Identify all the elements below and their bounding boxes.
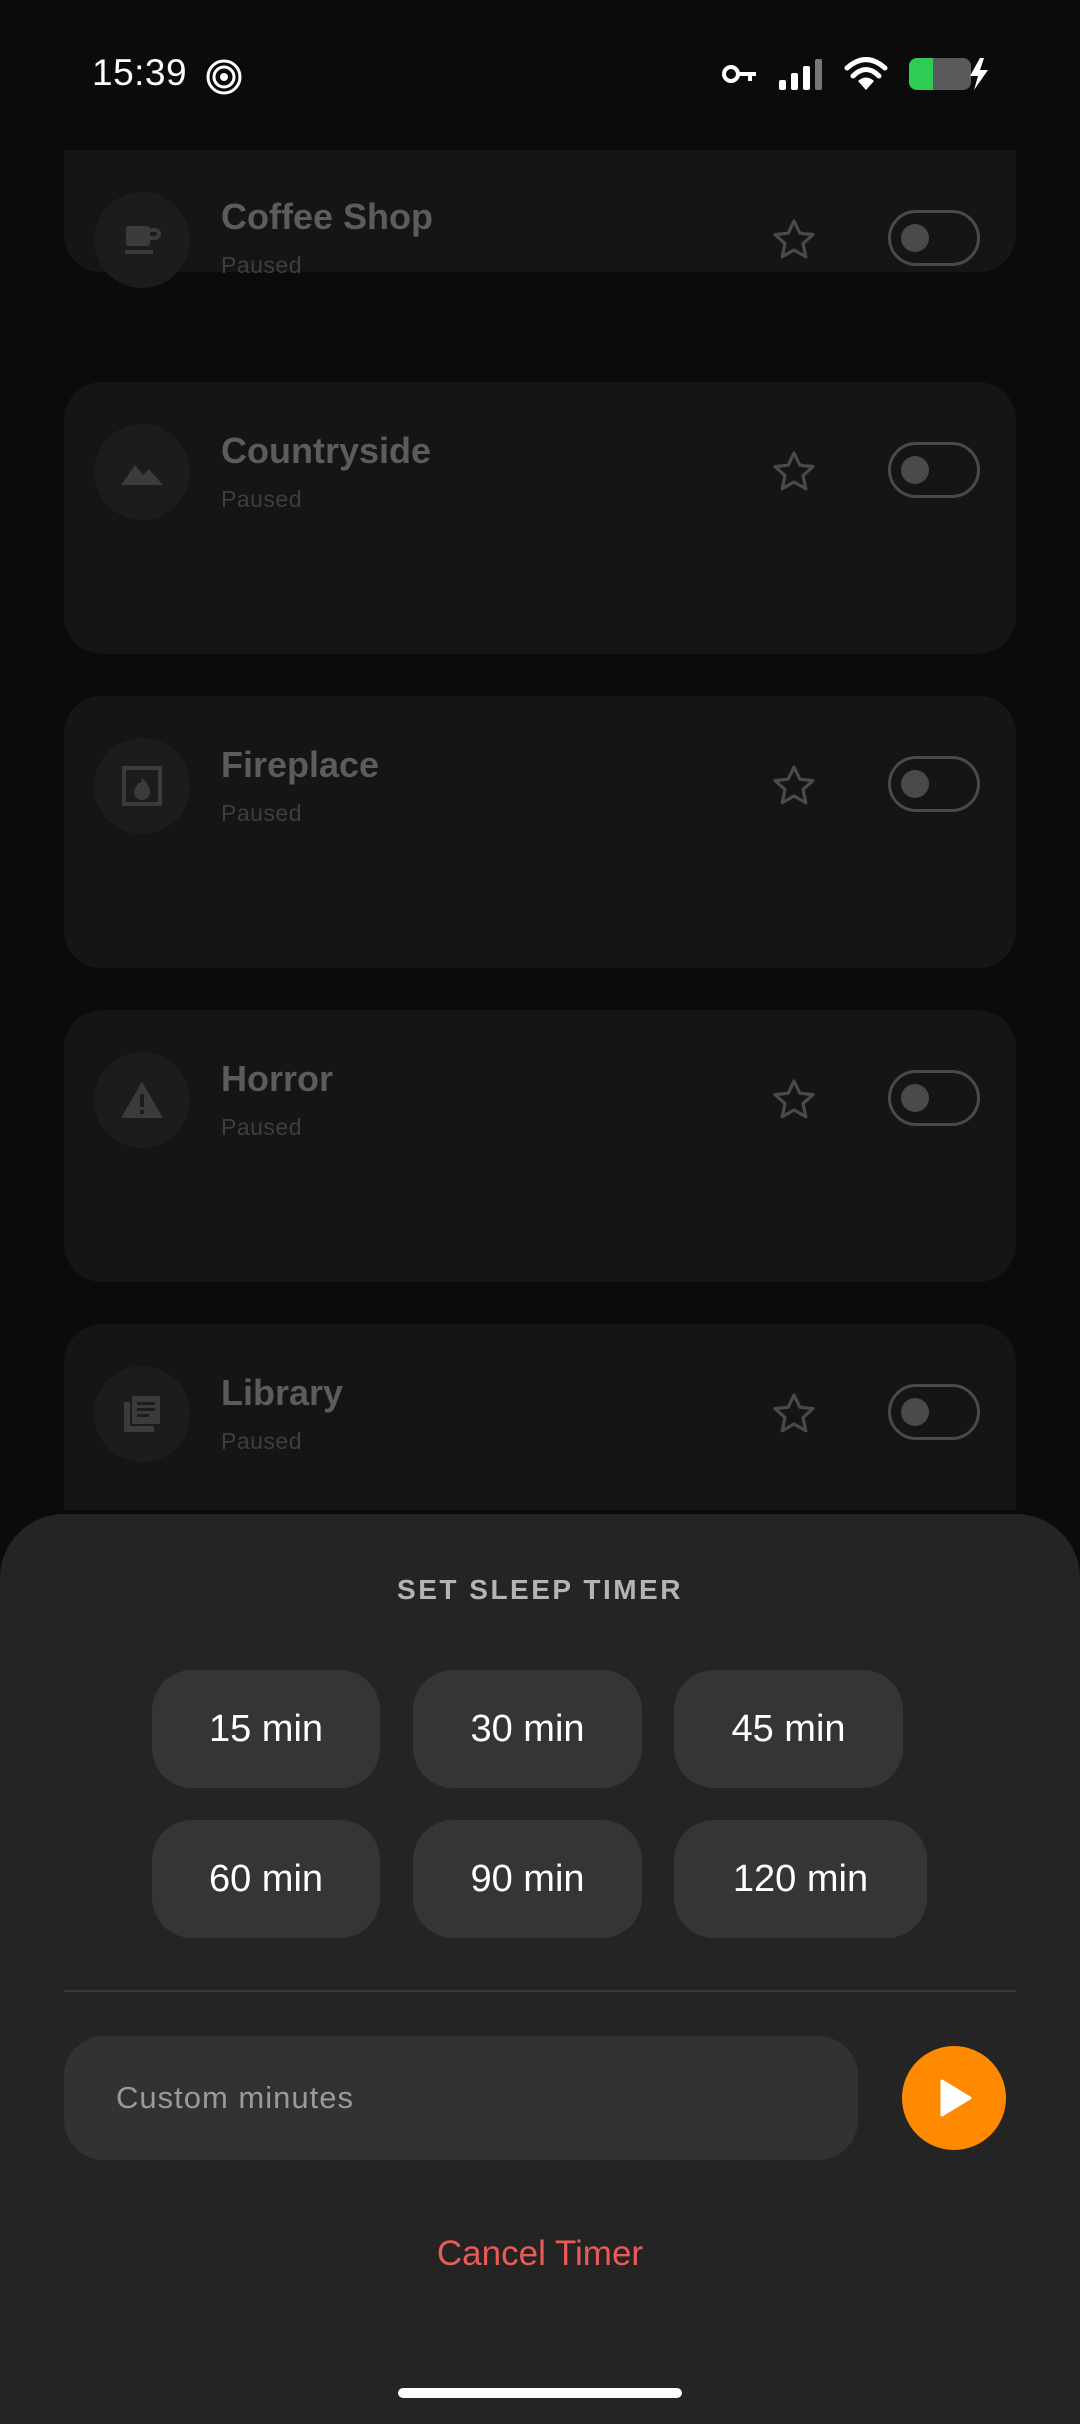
wifi-icon: [844, 57, 888, 90]
sound-status: Paused: [221, 800, 303, 826]
sound-toggle[interactable]: [888, 442, 980, 498]
favorite-star-icon[interactable]: [770, 448, 818, 496]
divider: [64, 1990, 1016, 1992]
preset-90-min-button[interactable]: 90 min: [413, 1820, 642, 1938]
cell-signal-icon: [779, 59, 822, 90]
favorite-star-icon[interactable]: [770, 1076, 818, 1124]
custom-minutes-field[interactable]: [64, 2036, 858, 2160]
sound-card-horror[interactable]: Horror Paused: [64, 1010, 1016, 1282]
preset-60-min-button[interactable]: 60 min: [152, 1820, 380, 1938]
status-bar: 15:39: [0, 0, 1080, 150]
library-books-icon: [124, 1396, 160, 1432]
sound-title: Coffee Shop: [221, 196, 433, 237]
favorite-star-icon[interactable]: [770, 1390, 818, 1438]
sound-toggle[interactable]: [888, 210, 980, 266]
custom-minutes-input[interactable]: [116, 2080, 796, 2116]
sleep-timer-sheet: SET SLEEP TIMER 15 min 30 min 45 min 60 …: [0, 1514, 1080, 2424]
preset-120-min-button[interactable]: 120 min: [674, 1820, 927, 1938]
favorite-star-icon[interactable]: [770, 216, 818, 264]
sound-card-library[interactable]: Library Paused: [64, 1324, 1016, 1510]
preset-15-min-button[interactable]: 15 min: [152, 1670, 380, 1788]
fireplace-icon: [122, 766, 162, 806]
sound-title: Library: [221, 1372, 344, 1413]
warning-triangle-icon: [121, 1082, 163, 1118]
sound-icon-container: [94, 1052, 190, 1148]
preset-30-min-button[interactable]: 30 min: [413, 1670, 642, 1788]
sound-status: Paused: [221, 486, 303, 512]
sound-status: Paused: [221, 252, 303, 278]
sound-card-fireplace[interactable]: Fireplace Paused: [64, 696, 1016, 968]
sound-title: Horror: [221, 1058, 334, 1099]
favorite-star-icon[interactable]: [770, 762, 818, 810]
sound-icon-container: [94, 424, 190, 520]
sound-list: Coffee Shop Paused Countryside Paused Fi…: [0, 150, 1080, 1510]
sound-status: Paused: [221, 1428, 303, 1454]
sound-icon-container: [94, 738, 190, 834]
status-time: 15:39: [92, 52, 188, 93]
start-custom-timer-button[interactable]: [902, 2046, 1006, 2150]
spiral-notification-icon: [206, 59, 242, 95]
battery-charging-icon: [909, 58, 988, 90]
play-icon: [940, 2079, 972, 2117]
sound-card-countryside[interactable]: Countryside Paused: [64, 382, 1016, 654]
coffee-cup-icon: [125, 226, 161, 254]
sound-title: Fireplace: [221, 744, 380, 785]
mountains-icon: [121, 465, 163, 485]
sound-status: Paused: [221, 1114, 303, 1140]
sound-toggle[interactable]: [888, 756, 980, 812]
sound-toggle[interactable]: [888, 1384, 980, 1440]
cancel-timer-button[interactable]: Cancel Timer: [0, 2234, 1080, 2274]
vpn-key-icon: [722, 65, 756, 83]
sheet-title: SET SLEEP TIMER: [397, 1574, 683, 1605]
home-indicator[interactable]: [398, 2388, 682, 2398]
sound-title: Countryside: [221, 430, 432, 471]
sound-toggle[interactable]: [888, 1070, 980, 1126]
sound-card-coffee-shop[interactable]: Coffee Shop Paused: [64, 150, 1016, 288]
sound-icon-container: [94, 192, 190, 288]
preset-45-min-button[interactable]: 45 min: [674, 1670, 903, 1788]
sound-icon-container: [94, 1366, 190, 1462]
